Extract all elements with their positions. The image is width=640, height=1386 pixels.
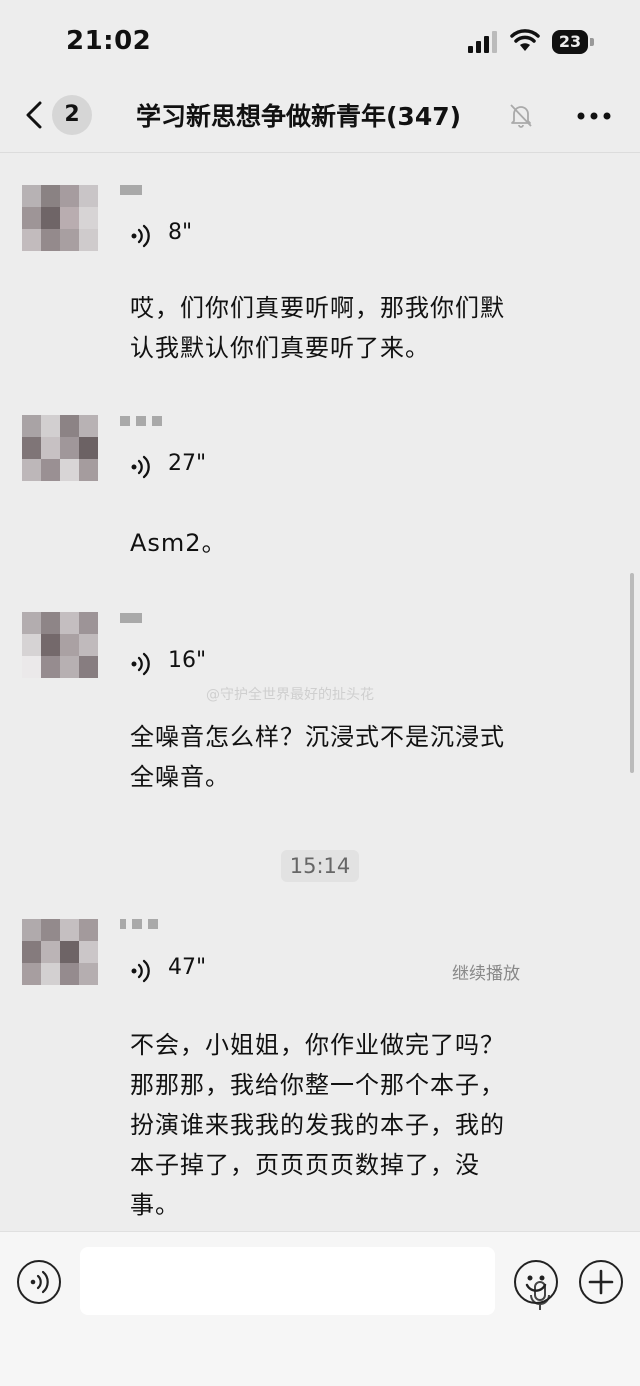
voice-transcript: Asm2。 bbox=[130, 529, 227, 557]
voice-wave-icon bbox=[131, 959, 150, 983]
sender-name bbox=[120, 613, 148, 625]
avatar[interactable] bbox=[22, 185, 98, 251]
unread-count-badge[interactable]: 2 bbox=[52, 95, 92, 135]
voice-duration: 27" bbox=[168, 451, 207, 476]
wifi-icon bbox=[510, 29, 540, 51]
sender-name bbox=[120, 919, 164, 931]
signal-icon bbox=[468, 31, 497, 53]
add-button[interactable] bbox=[579, 1260, 623, 1304]
scrollbar[interactable] bbox=[630, 573, 634, 773]
message-list[interactable]: 8" 哎，们你们真要听啊，那我你们默认我默认你们真要听了来。 27" Asm2。… bbox=[0, 153, 640, 1231]
more-icon[interactable] bbox=[576, 110, 612, 122]
avatar[interactable] bbox=[22, 612, 98, 678]
chat-title: 学习新思想争做新青年(347) bbox=[136, 102, 462, 131]
watermark: @守护全世界最好的扯头花 bbox=[206, 687, 374, 703]
chevron-left-icon[interactable] bbox=[24, 100, 46, 130]
avatar[interactable] bbox=[22, 415, 98, 481]
message-input[interactable] bbox=[80, 1247, 550, 1315]
voice-wave-icon bbox=[131, 224, 150, 248]
emoji-button[interactable] bbox=[514, 1260, 558, 1304]
voice-input-toggle[interactable] bbox=[17, 1260, 61, 1304]
timestamp-divider: 15:14 bbox=[281, 850, 359, 882]
voice-transcript: 哎，们你们真要听啊，那我你们默认我默认你们真要听了来。 bbox=[130, 294, 505, 362]
sender-name bbox=[120, 185, 148, 197]
continue-playing-button[interactable]: 继续播放 bbox=[452, 959, 520, 984]
avatar[interactable] bbox=[22, 919, 98, 985]
status-time: 21:02 bbox=[66, 26, 152, 56]
plus-icon bbox=[588, 1269, 614, 1295]
battery-icon: 23 bbox=[552, 30, 596, 54]
voice-wave-icon bbox=[131, 652, 150, 676]
chat-header: 2 学习新思想争做新青年(347) bbox=[0, 86, 640, 153]
voice-transcript: 不会，小姐姐，你作业做完了吗？那那那，我给你整一个那个本子，扮演谁来我我的发我的… bbox=[130, 1031, 505, 1219]
battery-level: 23 bbox=[552, 30, 588, 54]
voice-duration: 8" bbox=[168, 220, 193, 245]
sender-name bbox=[120, 416, 168, 428]
voice-wave-icon bbox=[30, 1270, 49, 1294]
bell-slash-icon bbox=[510, 104, 532, 128]
input-bar bbox=[0, 1231, 640, 1386]
emoji-icon bbox=[525, 1275, 547, 1292]
voice-wave-icon bbox=[131, 455, 150, 479]
voice-duration: 47" bbox=[168, 955, 207, 980]
voice-duration: 16" bbox=[168, 648, 207, 673]
status-bar: 21:02 23 bbox=[0, 0, 640, 86]
voice-transcript: 全噪音怎么样？沉浸式不是沉浸式全噪音。 bbox=[130, 723, 505, 791]
